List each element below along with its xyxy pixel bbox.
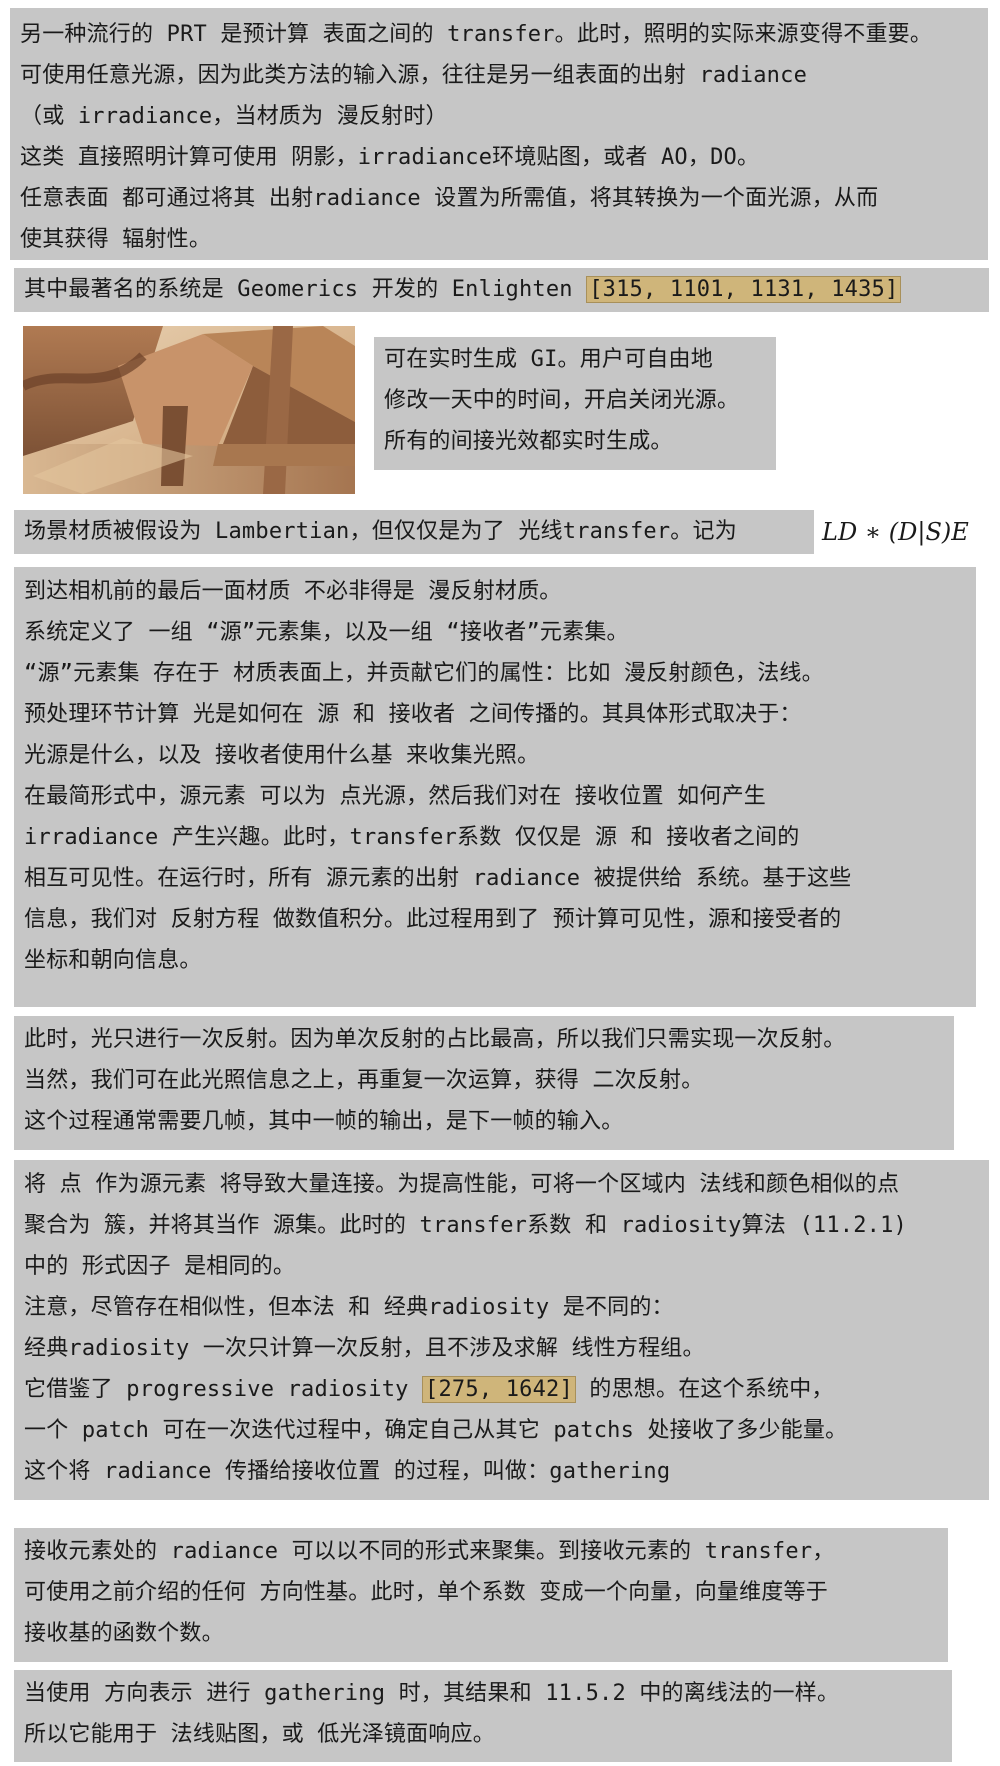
text-line: 这个过程通常需要几帧，其中一帧的输出，是下一帧的输入。 [24,1109,624,1134]
text-line-with-citation: 它借鉴了 progressive radiosity [275, 1642] 的… [24,1369,979,1410]
text-line: 信息，我们对 反射方程 做数值积分。此过程用到了 预计算可见性，源和接受者的 [24,907,842,932]
cite-line-post: 的思想。在这个系统中， [575,1377,834,1402]
enlighten-scene-image [23,326,355,494]
note-block-directional-basis: 接收元素处的 radiance 可以以不同的形式来聚集。到接收元素的 trans… [14,1528,948,1662]
text-line: 聚合为 簇，并将其当作 源集。此时的 transfer系数 和 radiosit… [24,1213,908,1238]
text-line: 系统定义了 一组 “源”元素集，以及一组 “接收者”元素集。 [24,620,629,645]
note-block-lambertian: 场景材质被假设为 Lambertian，但仅仅是为了 光线transfer。记为 [14,510,814,554]
note-block-source-receiver: 到达相机前的最后一面材质 不必非得是 漫反射材质。 系统定义了 一组 “源”元素… [14,567,976,1007]
text-line: 预处理环节计算 光是如何在 源 和 接收者 之间传播的。其具体形式取决于： [24,702,802,727]
text-line: 可使用之前介绍的任何 方向性基。此时，单个系数 变成一个向量，向量维度等于 [24,1580,828,1605]
text-line: 使其获得 辐射性。 [20,227,212,252]
enlighten-text: 其中最著名的系统是 Geomerics 开发的 Enlighten [24,277,587,302]
cite-line-pre: 它借鉴了 progressive radiosity [24,1377,423,1402]
text-line: 其中最著名的系统是 Geomerics 开发的 Enlighten [315, … [24,269,979,310]
text-line: 可使用任意光源，因为此类方法的输入源，往往是另一组表面的出射 radiance [20,63,808,88]
text-line: 注意，尽管存在相似性，但本法 和 经典radiosity 是不同的： [24,1295,674,1320]
text-line: 一个 patch 可在一次迭代过程中，确定自己从其它 patchs 处接收了多少… [24,1418,848,1443]
text-line: 到达相机前的最后一面材质 不必非得是 漫反射材质。 [24,579,562,604]
lambertian-row: 场景材质被假设为 Lambertian，但仅仅是为了 光线transfer。记为… [14,510,994,554]
text-line: 当然，我们可在此光照信息之上，再重复一次运算，获得 二次反射。 [24,1068,704,1093]
note-block-clusters-gathering: 将 点 作为源元素 将导致大量连接。为提高性能，可将一个区域内 法线和颜色相似的… [14,1160,989,1500]
text-line: 中的 形式因子 是相同的。 [24,1254,296,1279]
text-line: 光源是什么，以及 接收者使用什么基 来收集光照。 [24,743,540,768]
text-line: “源”元素集 存在于 材质表面上，并贡献它们的属性：比如 漫反射颜色，法线。 [24,661,824,686]
citation-highlight: [275, 1642] [422,1376,576,1403]
note-block-prt-transfer: 另一种流行的 PRT 是预计算 表面之间的 transfer。此时，照明的实际来… [10,8,988,260]
text-line: 接收元素处的 radiance 可以以不同的形式来聚集。到接收元素的 trans… [24,1539,835,1564]
scene-illustration [23,326,355,494]
note-block-single-bounce: 此时，光只进行一次反射。因为单次反射的占比最高，所以我们只需实现一次反射。 当然… [14,1016,954,1150]
text-line: 坐标和朝向信息。 [24,948,202,973]
path-formula: LD ∗ (D|S)E [822,518,969,546]
text-line: 另一种流行的 PRT 是预计算 表面之间的 transfer。此时，照明的实际来… [20,22,933,47]
text-line: 可在实时生成 GI。用户可自由地 [384,347,713,372]
text-line: 任意表面 都可通过将其 出射radiance 设置为所需值，将其转换为一个面光源… [20,186,879,211]
text-line: 所以它能用于 法线贴图，或 低光泽镜面响应。 [24,1722,495,1747]
text-line: 将 点 作为源元素 将导致大量连接。为提高性能，可将一个区域内 法线和颜色相似的… [24,1172,900,1197]
text-line: 所有的间接光效都实时生成。 [384,429,673,454]
note-block-enlighten: 其中最著名的系统是 Geomerics 开发的 Enlighten [315, … [14,268,989,312]
text-line: 接收基的函数个数。 [24,1621,224,1646]
text-line: 在最简形式中，源元素 可以为 点光源，然后我们对在 接收位置 如何产生 [24,784,766,809]
text-line: 这个将 radiance 传播给接收位置 的过程，叫做：gathering [24,1459,671,1484]
text-line: 相互可见性。在运行时，所有 源元素的出射 radiance 被提供给 系统。基于… [24,866,852,891]
text-line: 这类 直接照明计算可使用 阴影，irradiance环境贴图，或者 AO，DO。 [20,145,760,170]
citation-highlight: [315, 1101, 1131, 1435] [586,276,902,303]
note-block-realtime-gi: 可在实时生成 GI。用户可自由地 修改一天中的时间，开启关闭光源。 所有的间接光… [374,337,776,470]
text-line: 此时，光只进行一次反射。因为单次反射的占比最高，所以我们只需实现一次反射。 [24,1027,846,1052]
text-line: 修改一天中的时间，开启关闭光源。 [384,388,740,413]
note-block-normal-maps: 当使用 方向表示 进行 gathering 时，其结果和 11.5.2 中的离线… [14,1670,952,1762]
text-line: irradiance 产生兴趣。此时，transfer系数 仅仅是 源 和 接收… [24,825,800,850]
text-line: 经典radiosity 一次只计算一次反射，且不涉及求解 线性方程组。 [24,1336,705,1361]
text-line: 当使用 方向表示 进行 gathering 时，其结果和 11.5.2 中的离线… [24,1681,840,1706]
text-line: 场景材质被假设为 Lambertian，但仅仅是为了 光线transfer。记为 [24,519,737,544]
text-line: （或 irradiance，当材质为 漫反射时） [20,104,448,129]
